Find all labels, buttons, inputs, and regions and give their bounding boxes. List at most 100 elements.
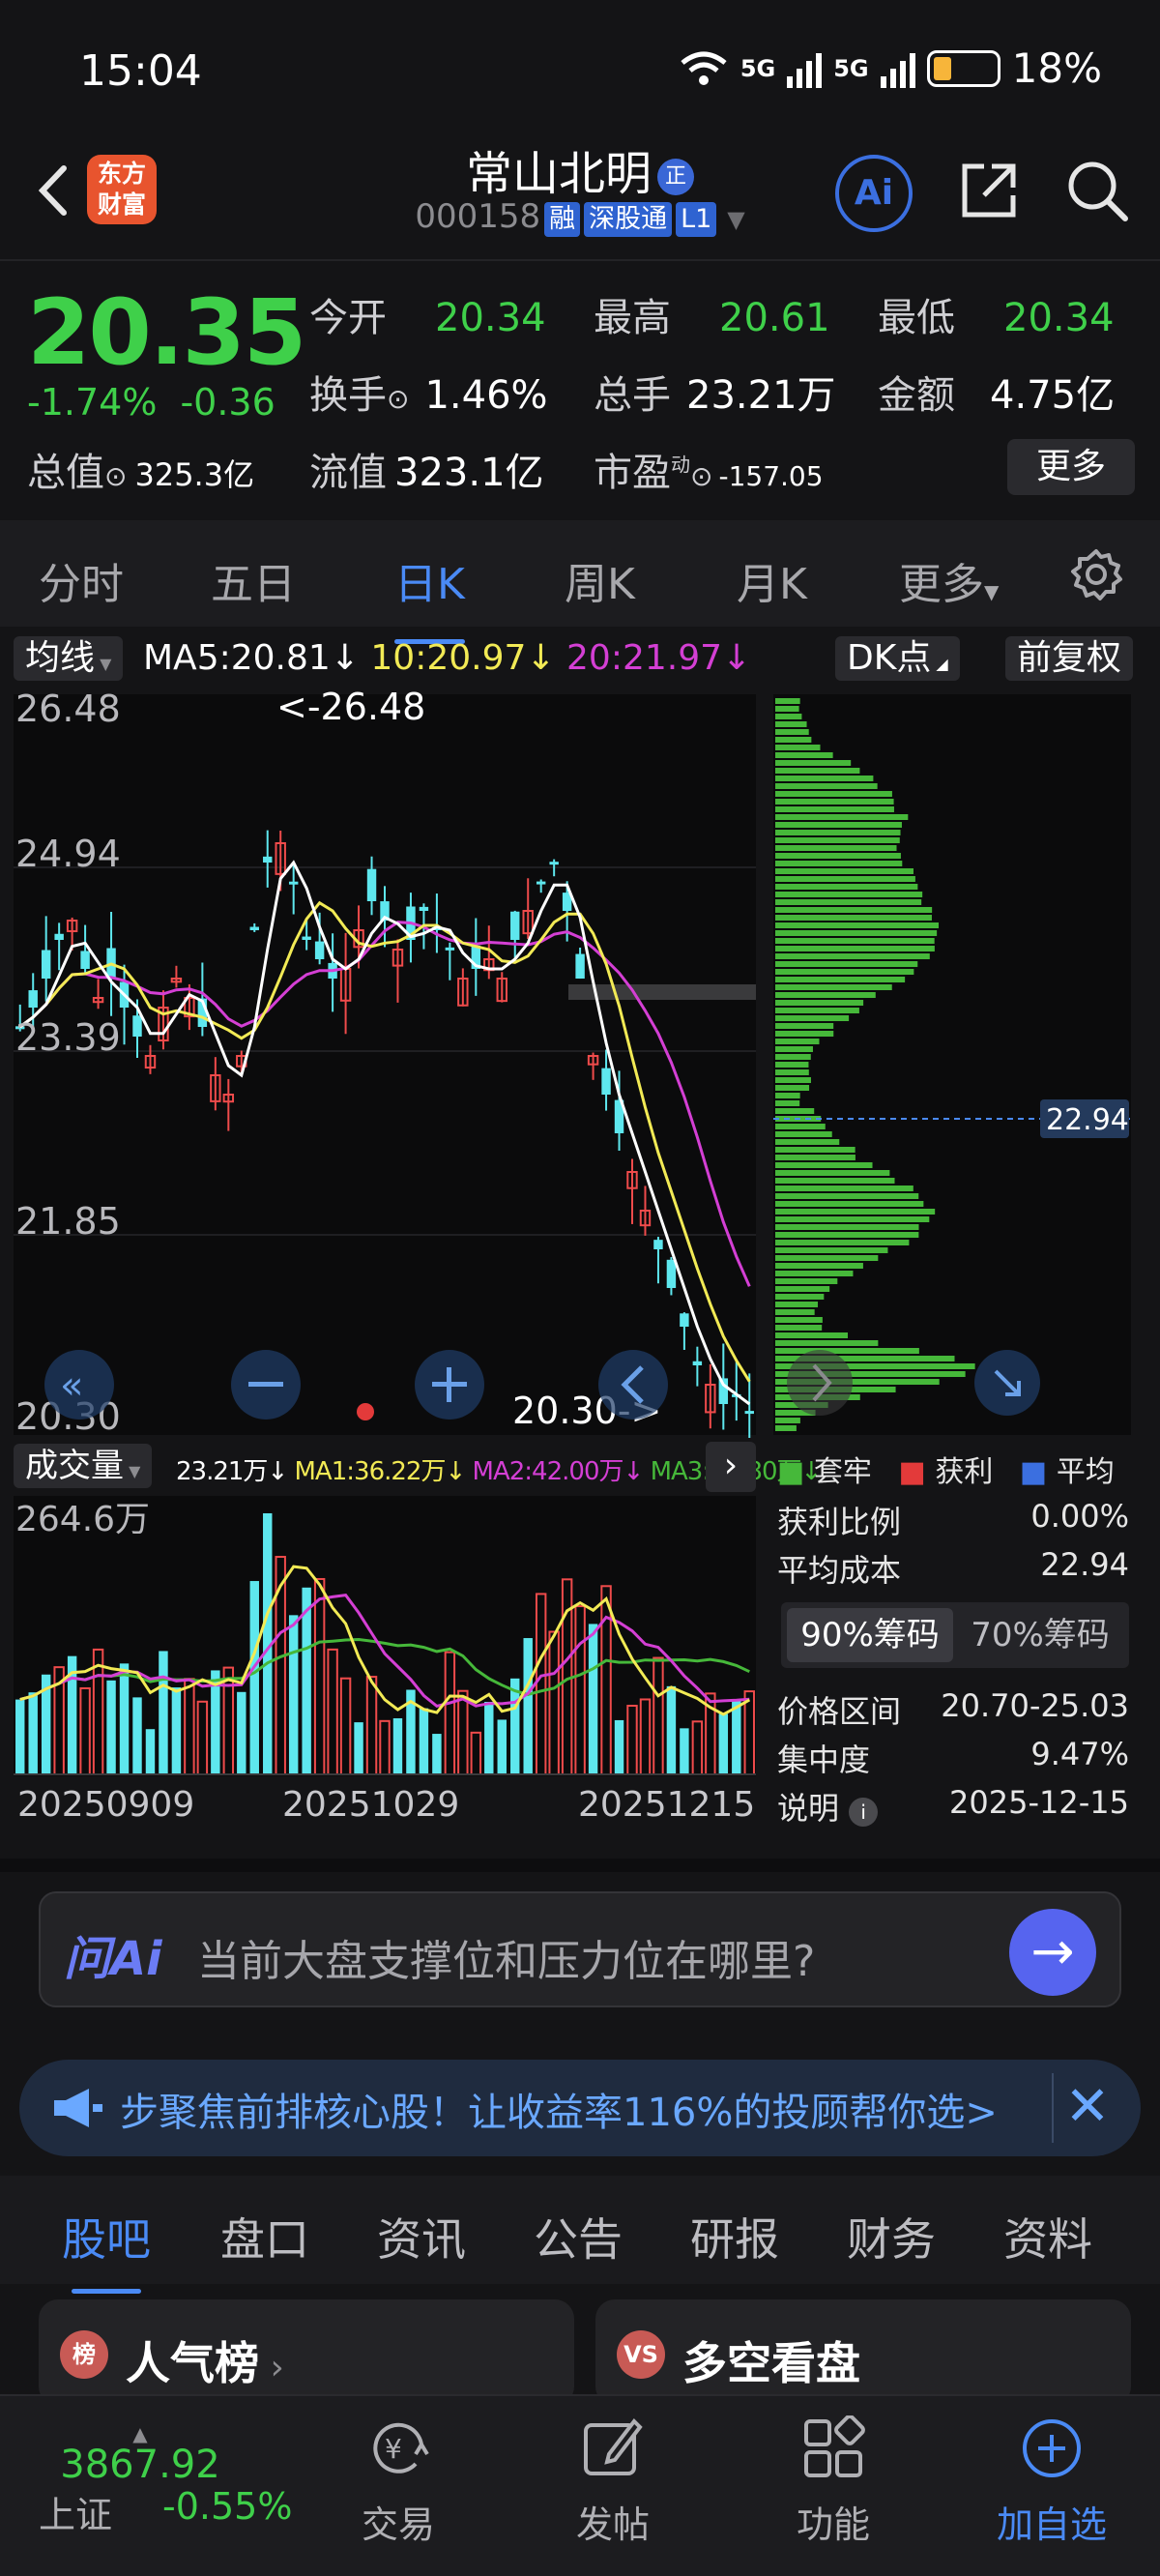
candle-body [419, 906, 429, 911]
chip-bar [775, 1147, 856, 1153]
chip-prev-icon[interactable] [787, 1350, 853, 1416]
y-label-top: 26.48 [15, 688, 121, 730]
gear-icon[interactable] [1067, 545, 1125, 603]
battery-percent: 18% [1011, 44, 1102, 92]
volume-item: 总手 23.21万 [594, 364, 836, 420]
tab-news[interactable]: 资讯 [377, 2205, 466, 2269]
zoom-in-icon[interactable] [415, 1350, 484, 1420]
mktcap-label: 总值 [27, 451, 104, 495]
nav-add-watchlist[interactable]: 加自选 [984, 2415, 1119, 2548]
date-mid: 20251029 [282, 1785, 460, 1825]
volume-bar [145, 1729, 156, 1774]
ma-selector[interactable]: 均线 ▼ [14, 636, 124, 681]
tab-five-day[interactable]: 五日 [211, 549, 296, 611]
ai-button[interactable]: Ai [835, 155, 913, 232]
chip-bar [775, 1232, 919, 1238]
nav-trade[interactable]: ¥ 交易 [331, 2415, 466, 2548]
volume-bar [28, 1692, 38, 1774]
chip-collapse-icon[interactable] [974, 1350, 1040, 1416]
candle-body [41, 950, 51, 979]
volume-bar [680, 1728, 689, 1774]
float-value: 323.1亿 [394, 451, 544, 495]
bull-bear-card[interactable]: VS 多空看盘 [595, 2299, 1131, 2406]
chip-bar [775, 1418, 800, 1423]
close-icon[interactable]: ✕ [1052, 2073, 1121, 2143]
candle-body [692, 1361, 703, 1365]
pe-label: 市盈 [594, 451, 671, 495]
nav-add-label: 加自选 [996, 2503, 1107, 2546]
step-back-icon[interactable] [598, 1350, 668, 1420]
expand-arrow-icon[interactable]: › [706, 1442, 756, 1492]
chip-bar [775, 915, 932, 921]
chip-90-button[interactable]: 90%筹码 [787, 1608, 953, 1662]
search-icon[interactable] [1063, 157, 1131, 224]
volume-current: 23.21万 [176, 1457, 268, 1486]
tab-forum[interactable]: 股吧 [62, 2205, 151, 2294]
tab-research[interactable]: 研报 [690, 2205, 779, 2269]
chip-bar [775, 1224, 919, 1230]
chip-bar [775, 729, 809, 735]
tab-more[interactable]: 更多▼ [899, 549, 999, 611]
ask-ai-logo: 问Ai [64, 1932, 162, 1986]
note-row[interactable]: 说明 i 2025-12-15 [777, 1784, 1129, 1829]
candle-body [549, 862, 559, 865]
kline-chart[interactable]: 26.48 24.94 23.39 21.85 20.30 <-26.48 20… [0, 688, 764, 1438]
index-ticker[interactable]: ▲ 3867.92 上证 -0.55% [29, 2424, 300, 2536]
turnover-item[interactable]: 换手⊙ 1.46% [309, 364, 548, 420]
chip-distribution-chart[interactable]: 22.94 [771, 688, 1133, 1438]
tab-orderbook[interactable]: 盘口 [220, 2205, 309, 2269]
svg-text:«: « [60, 1363, 83, 1408]
candle-body [445, 947, 455, 951]
zoom-out-icon[interactable] [231, 1350, 301, 1420]
low-value: 20.34 [1003, 296, 1115, 340]
float-item: 流值 323.1亿 [309, 441, 544, 497]
chip-bar [775, 799, 894, 805]
pe-item[interactable]: 市盈动⊙ -157.05 [594, 441, 824, 497]
volume-selector[interactable]: 成交量 ▼ [14, 1444, 153, 1488]
candle-body [366, 868, 377, 901]
nav-post[interactable]: 发帖 [545, 2415, 681, 2548]
candle-body [666, 1259, 677, 1288]
info-icon: i [849, 1798, 879, 1827]
tab-monthly-k[interactable]: 月K [737, 549, 807, 611]
tab-weekly-k[interactable]: 周K [565, 549, 635, 611]
adjust-button[interactable]: 前复权 [1005, 636, 1134, 681]
chip-bar [775, 806, 894, 812]
chip-bar [775, 1271, 854, 1276]
chip-percentage-toggle: 90%筹码 70%筹码 [781, 1602, 1129, 1668]
volume-label: 总手 [594, 373, 671, 418]
high-value: 20.61 [719, 296, 830, 340]
chip-bar [775, 1425, 797, 1431]
nav-trade-label: 交易 [361, 2503, 435, 2546]
bull-bear-title: 多空看盘 [682, 2337, 860, 2389]
share-icon[interactable] [955, 157, 1023, 224]
concentration-row: 集中度 9.47% [777, 1736, 1129, 1780]
tab-profile[interactable]: 资料 [1003, 2205, 1092, 2269]
popularity-card[interactable]: 榜 人气榜 › [39, 2299, 574, 2406]
candle-body [510, 911, 520, 940]
promo-banner[interactable]: 步聚焦前排核心股！让收益率116%的投顾帮你选> ✕ [19, 2060, 1141, 2156]
tab-financials[interactable]: 财务 [847, 2205, 936, 2269]
arrow-right-icon[interactable]: → [1009, 1909, 1096, 1996]
candle-body [249, 926, 259, 930]
chip-legend: ■ 套牢 ■ 获利 ■ 平均 [777, 1455, 1115, 1489]
ask-ai-bar[interactable]: 问Ai 当前大盘支撑位和压力位在哪里? → [39, 1891, 1121, 2007]
chip-bar [775, 1348, 919, 1354]
dk-point-button[interactable]: DK点 ◢ [835, 636, 960, 681]
pe-value: -157.05 [718, 460, 824, 492]
tab-daily-k[interactable]: 日K [394, 549, 465, 644]
nav-features[interactable]: 功能 [766, 2415, 901, 2548]
more-button[interactable]: 更多 [1007, 439, 1135, 495]
rewind-icon[interactable]: « [44, 1350, 114, 1420]
tab-announcements[interactable]: 公告 [534, 2205, 623, 2269]
mktcap-item[interactable]: 总值⊙ 325.3亿 [27, 441, 254, 497]
volume-bar [432, 1734, 442, 1774]
candle-body [314, 941, 325, 959]
chip-bar [775, 745, 821, 750]
tab-intraday[interactable]: 分时 [39, 549, 124, 611]
chip-bar [775, 961, 918, 967]
status-icons: 5G 5G 18% [679, 44, 1102, 92]
y-label-2: 24.94 [15, 833, 121, 875]
chip-70-button[interactable]: 70%筹码 [957, 1608, 1123, 1662]
y-label-4: 21.85 [15, 1200, 121, 1243]
